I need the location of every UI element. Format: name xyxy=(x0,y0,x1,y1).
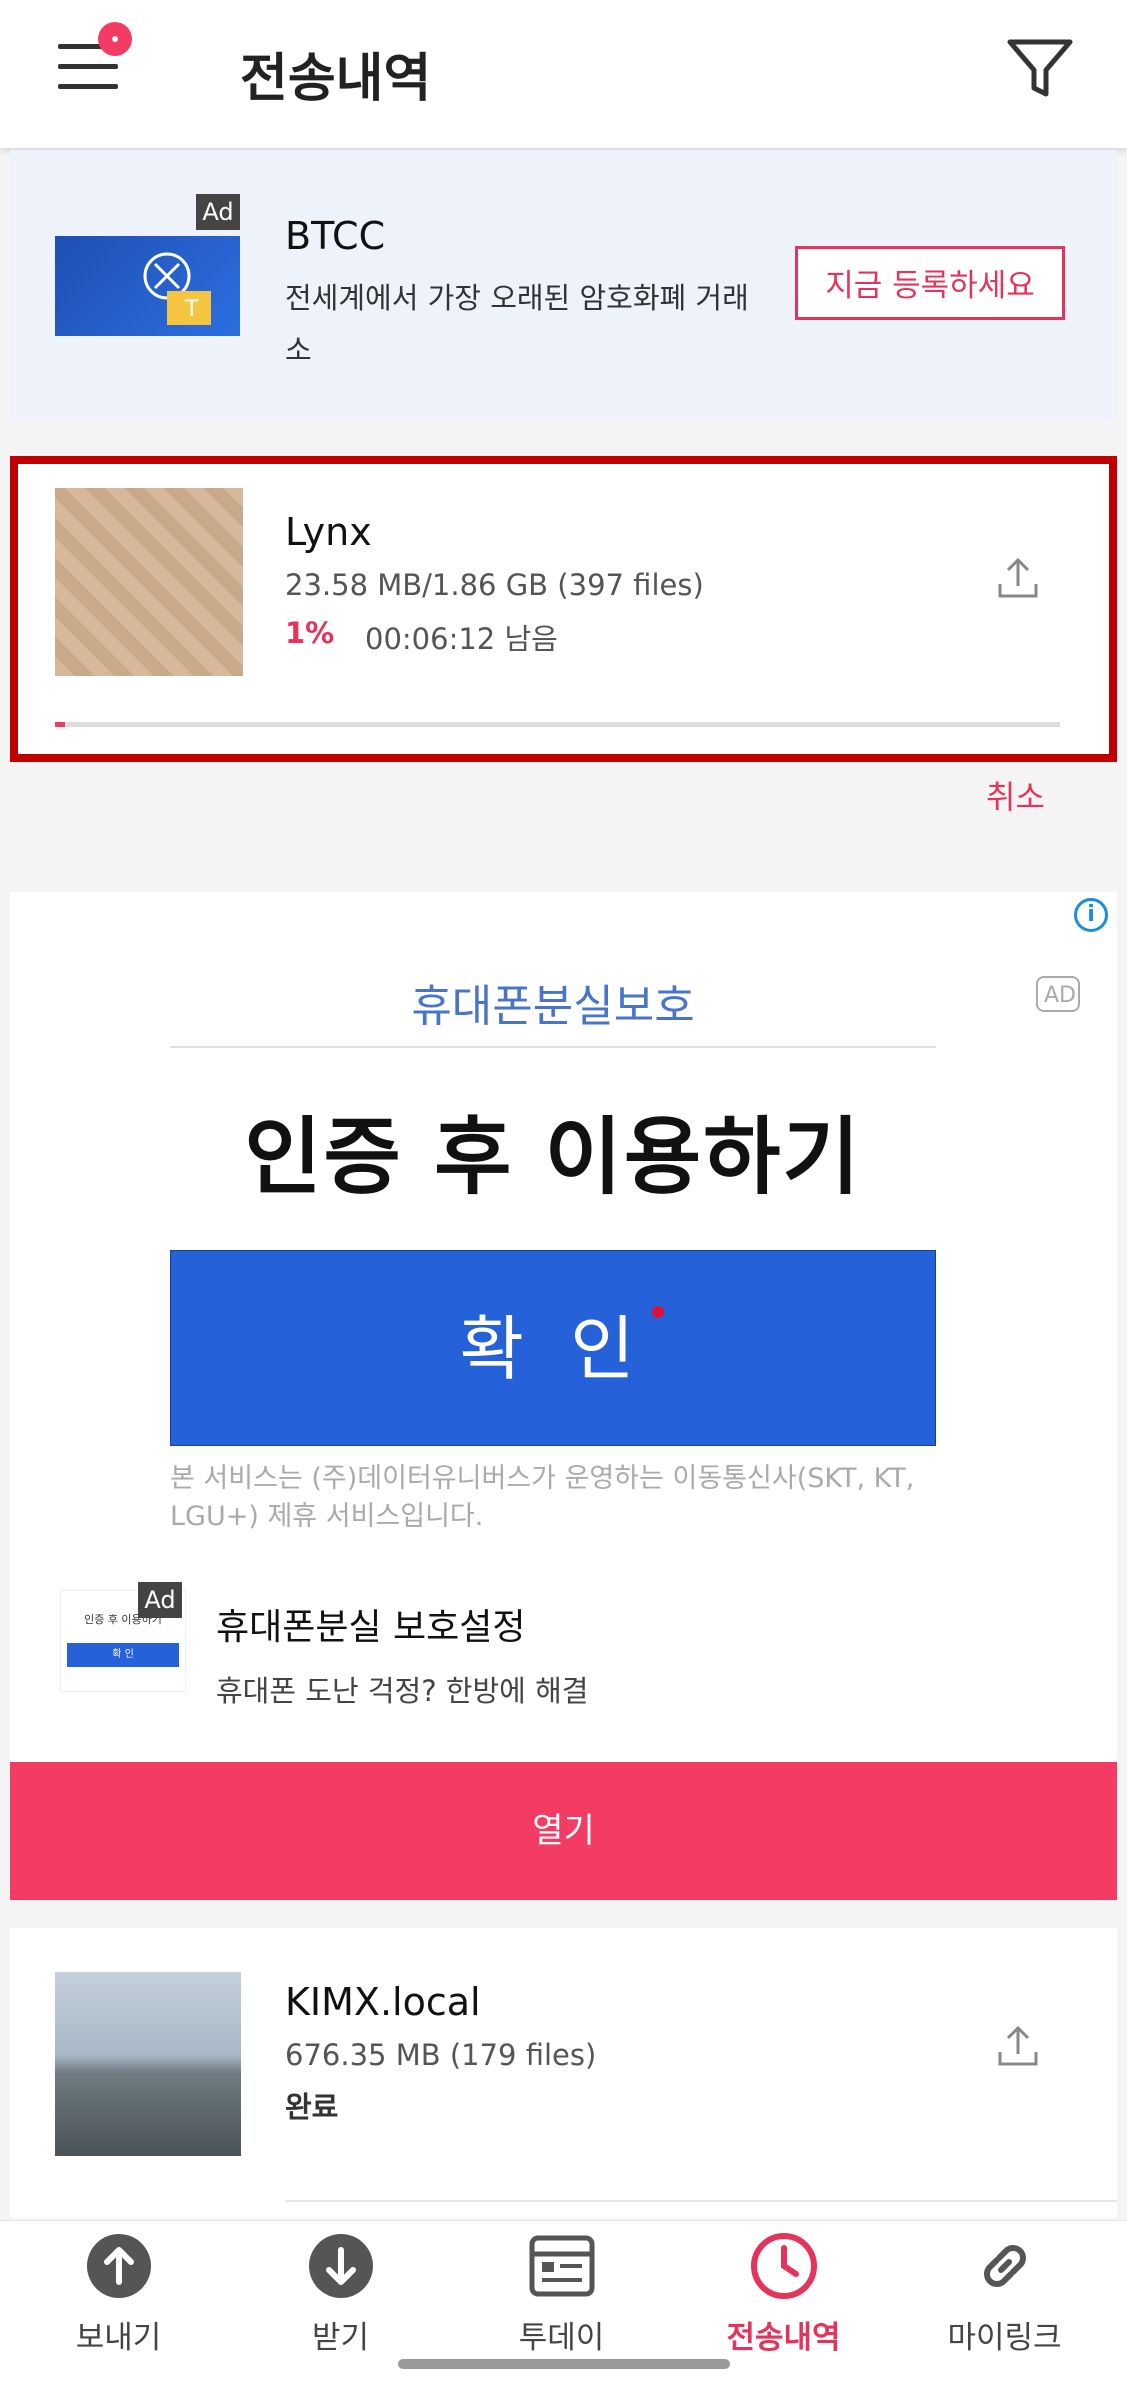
transfer-status: 완료 xyxy=(285,2090,339,2124)
ad-description: 휴대폰 도난 걱정? 한방에 해결 xyxy=(216,1674,589,1708)
banner-header: 휴대폰분실보호 xyxy=(411,981,695,1032)
nav-label: 전송내역 xyxy=(726,2320,841,2356)
upload-circle-icon xyxy=(86,2234,151,2298)
nav-receive[interactable]: 받기 xyxy=(228,2232,453,2357)
transfer-thumbnail xyxy=(55,488,243,676)
info-icon[interactable]: i xyxy=(1074,898,1108,932)
transfer-thumbnail xyxy=(55,1972,241,2156)
download-circle-icon xyxy=(308,2234,373,2298)
thumb-button: 확 인 xyxy=(67,1643,179,1667)
clock-icon xyxy=(750,2233,817,2299)
cancel-button[interactable]: 취소 xyxy=(986,772,1045,818)
nav-today[interactable]: 투데이 xyxy=(449,2232,674,2357)
svg-text:T: T xyxy=(184,297,199,322)
nav-label: 투데이 xyxy=(518,2320,605,2356)
ad-description: 전세계에서 가장 오래된 암호화폐 거래소 xyxy=(285,281,749,367)
nav-label: 보내기 xyxy=(75,2320,162,2356)
share-icon[interactable] xyxy=(996,2024,1040,2068)
transfer-name: KIMX.local xyxy=(285,1980,481,2024)
ad-cta-button[interactable]: 지금 등록하세요 xyxy=(795,246,1065,320)
ad-title: BTCC xyxy=(285,214,386,258)
banner-headline: 인증 후 이용하기 xyxy=(244,1108,862,1206)
ad-corner-label: AD xyxy=(1036,976,1080,1012)
ad-badge: Ad xyxy=(196,194,240,230)
nav-history[interactable]: 전송내역 xyxy=(671,2232,896,2357)
ad-title: 휴대폰분실 보호설정 xyxy=(216,1607,526,1648)
notification-dot xyxy=(98,22,132,56)
banner-divider xyxy=(170,1046,936,1048)
filter-icon[interactable] xyxy=(1004,36,1076,100)
open-button[interactable]: 열기 xyxy=(10,1762,1117,1900)
nav-label: 받기 xyxy=(311,2320,370,2356)
ad-thumbnail: T xyxy=(55,236,240,336)
transfer-remaining: 00:06:12 남음 xyxy=(365,622,558,656)
banner-dot xyxy=(652,1306,664,1318)
banner-note: 본 서비스는 (주)데이터유니버스가 운영하는 이동통신사(SKT, KT, L… xyxy=(170,1463,915,1532)
today-icon xyxy=(529,2235,594,2297)
nav-send[interactable]: 보내기 xyxy=(6,2232,231,2357)
nav-mylink[interactable]: 마이링크 xyxy=(892,2232,1117,2357)
share-icon[interactable] xyxy=(996,556,1040,600)
progress-fill xyxy=(55,722,66,727)
transfer-size: 676.35 MB (179 files) xyxy=(285,2038,597,2072)
transfer-percent: 1% xyxy=(285,616,335,650)
transfer-name: Lynx xyxy=(285,510,372,554)
top-bar xyxy=(0,0,1127,148)
banner-confirm-button[interactable]: 확 인 xyxy=(170,1250,936,1446)
home-indicator[interactable] xyxy=(398,2359,730,2369)
page-title: 전송내역 xyxy=(240,49,432,109)
transfer-size: 23.58 MB/1.86 GB (397 files) xyxy=(285,568,704,602)
list-divider xyxy=(285,2200,1117,2202)
ad-badge: Ad xyxy=(138,1582,182,1618)
progress-bar xyxy=(55,722,1060,727)
link-icon xyxy=(983,2245,1026,2287)
nav-label: 마이링크 xyxy=(947,2320,1062,2356)
